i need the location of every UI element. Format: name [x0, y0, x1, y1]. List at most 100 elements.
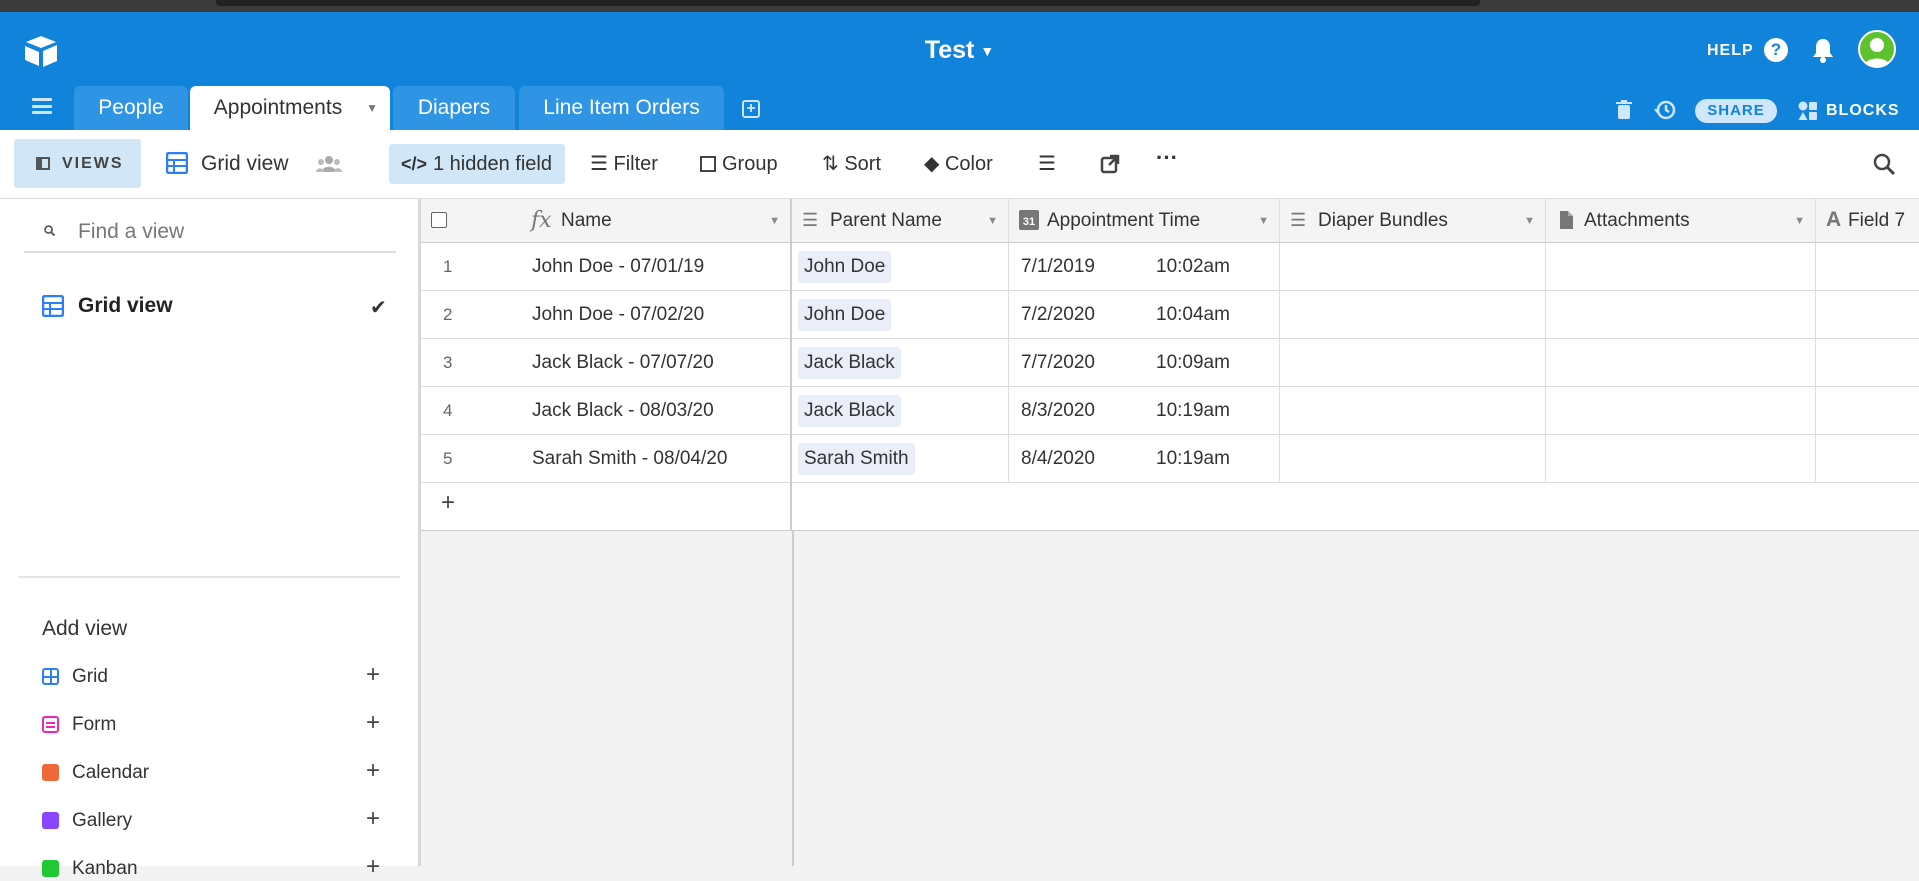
- column-header-field-7[interactable]: A Field 7: [1816, 199, 1919, 243]
- linked-record-pill[interactable]: Jack Black: [798, 347, 901, 379]
- cell-time: 10:19am: [1156, 448, 1230, 469]
- filter-button[interactable]: ☰ Filter: [590, 150, 658, 178]
- add-record-plus-icon[interactable]: +: [441, 489, 455, 517]
- cell-name[interactable]: 2 John Doe - 07/02/20: [421, 291, 792, 339]
- blocks-icon[interactable]: [1797, 100, 1819, 122]
- add-form-plus-icon[interactable]: +: [366, 709, 380, 737]
- blocks-button[interactable]: BLOCKS: [1826, 102, 1900, 120]
- base-title[interactable]: Test ▼: [0, 36, 1919, 65]
- table-row[interactable]: 2 John Doe - 07/02/20 John Doe 7/2/2020 10…: [421, 291, 1919, 339]
- column-menu-caret-icon[interactable]: ▼: [987, 199, 998, 243]
- linked-record-pill[interactable]: John Doe: [798, 251, 892, 283]
- cell-parent-name[interactable]: Jack Black: [792, 339, 1009, 387]
- column-header-name[interactable]: fx Name ▼: [421, 199, 792, 243]
- table-row[interactable]: 1 John Doe - 07/01/19 John Doe 7/1/2019 10…: [421, 243, 1919, 291]
- share-view-icon[interactable]: [1100, 154, 1120, 174]
- linked-record-pill[interactable]: Sarah Smith: [798, 443, 915, 475]
- current-view-name[interactable]: Grid view: [201, 152, 289, 176]
- cell-diaper-bundles[interactable]: [1280, 387, 1546, 435]
- add-grid-plus-icon[interactable]: +: [366, 661, 380, 689]
- cell-field-7[interactable]: [1816, 435, 1919, 483]
- cell-parent-name[interactable]: Sarah Smith: [792, 435, 1009, 483]
- linked-record-pill[interactable]: Jack Black: [798, 395, 901, 427]
- cell-attachments[interactable]: [1546, 435, 1816, 483]
- table-row[interactable]: 3 Jack Black - 07/07/20 Jack Black 7/7/20…: [421, 339, 1919, 387]
- cell-time: 10:04am: [1156, 304, 1230, 325]
- column-header-label: Diaper Bundles: [1318, 210, 1448, 231]
- cell-field-7[interactable]: [1816, 243, 1919, 291]
- history-icon[interactable]: [1653, 98, 1677, 122]
- tab-caret-icon[interactable]: ▼: [366, 86, 378, 130]
- cell-parent-name[interactable]: John Doe: [792, 291, 1009, 339]
- tab-appointments[interactable]: Appointments ▼: [190, 86, 390, 130]
- cell-attachments[interactable]: [1546, 387, 1816, 435]
- tab-line-item-orders[interactable]: Line Item Orders: [519, 86, 724, 130]
- more-options-icon[interactable]: ···: [1156, 144, 1178, 172]
- add-gallery-plus-icon[interactable]: +: [366, 805, 380, 833]
- cell-appointment-time[interactable]: 7/1/2019 10:02am: [1009, 243, 1280, 291]
- base-name[interactable]: Test: [925, 36, 975, 64]
- views-toggle-button[interactable]: VIEWS: [14, 139, 141, 188]
- cell-appointment-time[interactable]: 8/3/2020 10:19am: [1009, 387, 1280, 435]
- table-row[interactable]: 5 Sarah Smith - 08/04/20 Sarah Smith 8/4/…: [421, 435, 1919, 483]
- table-row[interactable]: 4 Jack Black - 08/03/20 Jack Black 8/3/20…: [421, 387, 1919, 435]
- column-menu-caret-icon[interactable]: ▼: [1524, 199, 1535, 243]
- cell-diaper-bundles[interactable]: [1280, 435, 1546, 483]
- column-menu-caret-icon[interactable]: ▼: [1794, 199, 1805, 243]
- add-kanban-plus-icon[interactable]: +: [366, 853, 380, 881]
- calendar-view-icon: [42, 764, 59, 781]
- select-all-checkbox[interactable]: [431, 212, 447, 228]
- cell-field-7[interactable]: [1816, 291, 1919, 339]
- column-header-diaper-bundles[interactable]: ☰ Diaper Bundles ▼: [1280, 199, 1546, 243]
- sort-button[interactable]: ⇅ Sort: [822, 150, 881, 178]
- group-button[interactable]: Group: [700, 150, 778, 178]
- column-header-parent-name[interactable]: ☰ Parent Name ▼: [792, 199, 1009, 243]
- cell-appointment-time[interactable]: 7/2/2020 10:04am: [1009, 291, 1280, 339]
- cell-field-7[interactable]: [1816, 339, 1919, 387]
- add-record-row[interactable]: +: [421, 483, 1919, 531]
- color-button[interactable]: ◆ Color: [924, 150, 993, 178]
- base-title-caret-icon[interactable]: ▼: [980, 43, 994, 59]
- frozen-column-divider: [790, 483, 792, 531]
- column-header-label: Field 7: [1848, 210, 1906, 231]
- linked-record-pill[interactable]: John Doe: [798, 299, 892, 331]
- cell-diaper-bundles[interactable]: [1280, 243, 1546, 291]
- tab-people[interactable]: People: [74, 86, 188, 130]
- cell-parent-name[interactable]: Jack Black: [792, 387, 1009, 435]
- search-icon[interactable]: [1872, 152, 1896, 176]
- add-table-icon[interactable]: +: [742, 100, 760, 118]
- add-calendar-plus-icon[interactable]: +: [366, 757, 380, 785]
- cell-parent-name[interactable]: John Doe: [792, 243, 1009, 291]
- cell-name[interactable]: 5 Sarah Smith - 08/04/20: [421, 435, 792, 483]
- column-menu-caret-icon[interactable]: ▼: [1258, 199, 1269, 243]
- cell-name[interactable]: 1 John Doe - 07/01/19: [421, 243, 792, 291]
- help-link[interactable]: HELP: [1707, 42, 1754, 60]
- cell-attachments[interactable]: [1546, 243, 1816, 291]
- cell-attachments[interactable]: [1546, 339, 1816, 387]
- cell-diaper-bundles[interactable]: [1280, 339, 1546, 387]
- column-header-label: Attachments: [1584, 210, 1690, 231]
- collaborators-icon[interactable]: [316, 154, 342, 174]
- cell-appointment-time[interactable]: 7/7/2020 10:09am: [1009, 339, 1280, 387]
- cell-date: 7/1/2019: [1021, 256, 1095, 277]
- find-view-field[interactable]: Find a view: [24, 211, 396, 253]
- cell-name[interactable]: 3 Jack Black - 07/07/20: [421, 339, 792, 387]
- hamburger-menu-icon[interactable]: [32, 98, 52, 114]
- row-height-icon[interactable]: ☰: [1038, 150, 1056, 178]
- cell-name[interactable]: 4 Jack Black - 08/03/20: [421, 387, 792, 435]
- help-question-icon[interactable]: ?: [1764, 38, 1788, 62]
- cell-diaper-bundles[interactable]: [1280, 291, 1546, 339]
- tab-label: Appointments: [213, 96, 343, 119]
- cell-attachments[interactable]: [1546, 291, 1816, 339]
- share-button[interactable]: SHARE: [1695, 99, 1777, 123]
- tab-diapers[interactable]: Diapers: [393, 86, 515, 130]
- column-menu-caret-icon[interactable]: ▼: [769, 199, 780, 243]
- cell-field-7[interactable]: [1816, 387, 1919, 435]
- column-header-attachments[interactable]: Attachments ▼: [1546, 199, 1816, 243]
- trash-icon[interactable]: [1612, 98, 1636, 122]
- column-header-appointment-time[interactable]: 31 Appointment Time ▼: [1009, 199, 1280, 243]
- hidden-fields-button[interactable]: </> 1 hidden field: [389, 144, 565, 184]
- cell-appointment-time[interactable]: 8/4/2020 10:19am: [1009, 435, 1280, 483]
- bell-icon[interactable]: [1810, 36, 1836, 64]
- user-avatar[interactable]: [1858, 30, 1896, 68]
